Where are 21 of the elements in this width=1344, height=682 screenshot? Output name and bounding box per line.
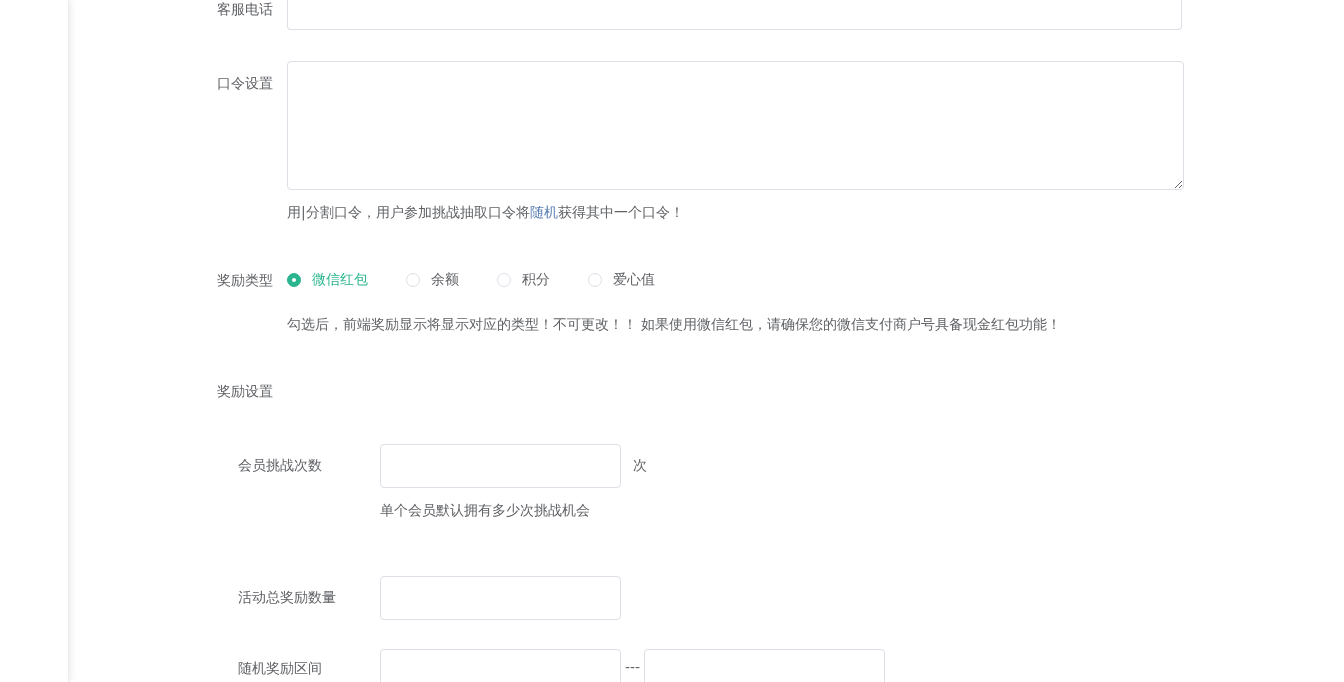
field-label: 客服电话	[216, 0, 273, 19]
field-label: 奖励类型	[216, 271, 273, 290]
input-field[interactable]	[380, 649, 621, 682]
field-label: 会员挑战次数	[238, 457, 323, 475]
input-field[interactable]	[380, 576, 621, 620]
text-area[interactable]	[287, 61, 1184, 190]
field-label: 活动总奖励数量	[238, 589, 337, 607]
input-field[interactable]	[380, 444, 621, 488]
radio-option[interactable]: 积分	[497, 271, 550, 289]
field-label: 口令设置	[216, 74, 273, 93]
hint-text: 勾选后，前端奖励显示将显示对应的类型！不可更改！！ 如果使用微信红包，请确保您的微信支付商户号具备现金红包功能！	[287, 315, 1063, 334]
hint-text: 用|分割口令，用户参加挑战抽取口令将随机获得其中一个口令！	[287, 203, 685, 222]
input-field[interactable]	[287, 0, 1182, 30]
field-label: 随机奖励区间	[238, 660, 323, 678]
section-label: 奖励设置	[216, 382, 273, 401]
range-separator: ---	[625, 659, 641, 675]
radio-option[interactable]: 爱心值	[588, 271, 655, 289]
unit-label: 次	[633, 457, 647, 475]
hint-text: 单个会员默认拥有多少次挑战机会	[380, 501, 591, 520]
radio-option[interactable]: 余额	[406, 271, 459, 289]
input-field[interactable]	[644, 649, 886, 682]
